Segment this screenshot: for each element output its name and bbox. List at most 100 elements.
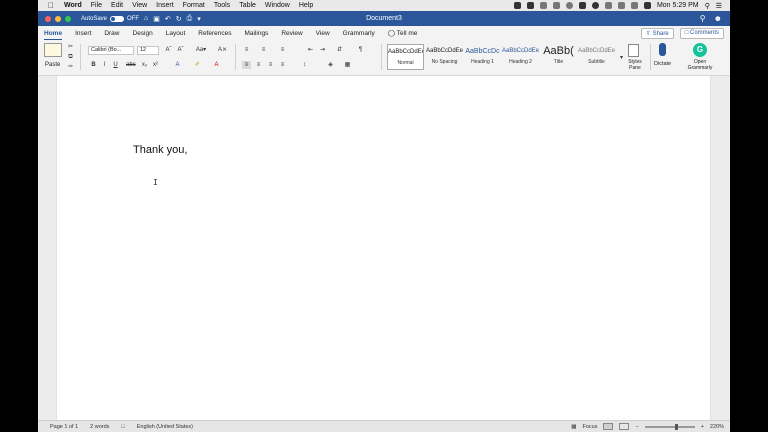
status-app-icon[interactable] xyxy=(513,2,521,9)
strikethrough-icon[interactable]: abc xyxy=(126,61,136,69)
grammarly-icon[interactable]: G xyxy=(693,43,707,57)
style-heading-1[interactable]: AaBbCcDc Heading 1 xyxy=(464,44,501,70)
align-right-icon[interactable]: ≡ xyxy=(266,61,275,69)
show-formatting-icon[interactable]: ¶ xyxy=(356,46,365,54)
wifi-icon[interactable] xyxy=(630,2,638,9)
document-page[interactable]: Thank you, I xyxy=(56,76,711,420)
tab-home[interactable]: Home xyxy=(44,30,63,41)
justify-icon[interactable]: ≡ xyxy=(278,61,287,69)
bullets-icon[interactable]: ≡ xyxy=(242,46,251,54)
language[interactable]: English (United States) xyxy=(137,424,193,430)
menu-app-name[interactable]: Word xyxy=(64,2,82,9)
style-heading-2[interactable]: AaBbCcDdEe Heading 2 xyxy=(502,44,539,70)
save-icon[interactable]: ▣ xyxy=(153,15,160,23)
line-spacing-icon[interactable]: ↕ xyxy=(300,61,309,69)
tab-draw[interactable]: Draw xyxy=(104,30,119,37)
tell-me-search[interactable]: ◯ Tell me xyxy=(388,29,418,37)
subscript-icon[interactable]: x₂ xyxy=(140,61,149,69)
shading-icon[interactable]: ◈ xyxy=(326,61,335,69)
cut-icon[interactable]: ✂ xyxy=(66,43,75,51)
paste-icon[interactable] xyxy=(44,43,62,57)
open-grammarly-label[interactable]: Open Grammarly xyxy=(685,59,715,71)
spotlight-search-icon[interactable]: ⚲ xyxy=(705,2,710,10)
menu-insert[interactable]: Insert xyxy=(156,2,174,9)
tab-references[interactable]: References xyxy=(198,30,231,37)
tab-mailings[interactable]: Mailings xyxy=(245,30,269,37)
clipboard-icon[interactable] xyxy=(604,2,612,9)
style-no-spacing[interactable]: AaBbCcDdEe No Spacing xyxy=(426,44,463,70)
text-effects-icon[interactable]: A xyxy=(173,61,182,69)
box-icon[interactable] xyxy=(578,2,586,9)
menu-table[interactable]: Table xyxy=(239,2,256,9)
word-count[interactable]: 2 words xyxy=(90,424,109,430)
decrease-font-icon[interactable]: Aˇ xyxy=(176,46,185,54)
status-g-icon[interactable] xyxy=(591,2,599,9)
tab-grammarly[interactable]: Grammarly xyxy=(343,30,375,37)
status-dots-icon[interactable] xyxy=(552,2,560,9)
font-size-select[interactable]: 12 xyxy=(137,46,159,55)
zoom-in-icon[interactable]: + xyxy=(701,424,704,430)
menu-help[interactable]: Help xyxy=(299,2,313,9)
minimize-window-button[interactable] xyxy=(55,15,61,22)
customize-qat-icon[interactable]: ▾ xyxy=(197,15,201,23)
autosave-toggle[interactable]: AutoSave OFF xyxy=(81,15,139,22)
font-color-icon[interactable]: A xyxy=(212,61,221,69)
increase-indent-icon[interactable]: ⇥ xyxy=(318,46,327,54)
decrease-indent-icon[interactable]: ⇤ xyxy=(306,46,315,54)
undo-icon[interactable]: ↶ xyxy=(165,15,171,23)
font-name-select[interactable]: Calibri (Bo... xyxy=(88,46,134,55)
tab-design[interactable]: Design xyxy=(133,30,153,37)
status-mic-icon[interactable] xyxy=(539,2,547,9)
cloud-icon[interactable] xyxy=(617,2,625,9)
style-title[interactable]: AaBb( Title xyxy=(540,44,577,70)
zoom-out-icon[interactable]: − xyxy=(635,424,638,430)
status-x-icon[interactable] xyxy=(526,2,534,9)
tab-view[interactable]: View xyxy=(316,30,330,37)
menu-format[interactable]: Format xyxy=(183,2,205,9)
increase-font-icon[interactable]: Aˆ xyxy=(164,46,173,54)
page-count[interactable]: Page 1 of 1 xyxy=(50,424,78,430)
dictate-label[interactable]: Dictate xyxy=(654,61,671,67)
status-circle-icon[interactable] xyxy=(565,2,573,9)
search-icon[interactable]: ⚲ xyxy=(700,14,706,23)
autosave-switch[interactable] xyxy=(110,15,125,22)
menu-window[interactable]: Window xyxy=(265,2,290,9)
comments-button[interactable]: □ Comments xyxy=(679,27,724,39)
bold-icon[interactable]: B xyxy=(89,61,98,69)
focus-icon[interactable]: ▦ xyxy=(571,424,576,430)
underline-icon[interactable]: U xyxy=(111,61,120,69)
align-left-icon[interactable]: ≡ xyxy=(242,61,251,69)
format-painter-icon[interactable]: ✑ xyxy=(66,63,75,71)
menu-tools[interactable]: Tools xyxy=(214,2,230,9)
zoom-slider[interactable] xyxy=(644,423,695,430)
proofing-icon[interactable]: □ xyxy=(121,424,124,430)
highlight-icon[interactable]: ✐ xyxy=(193,61,202,69)
menu-file[interactable]: File xyxy=(91,2,102,9)
account-icon[interactable]: ☻ xyxy=(714,14,722,23)
tab-layout[interactable]: Layout xyxy=(166,30,186,37)
sort-icon[interactable]: ⇵ xyxy=(335,46,344,54)
zoom-level[interactable]: 220% xyxy=(710,424,724,430)
numbering-icon[interactable]: ≡ xyxy=(259,46,268,54)
italic-icon[interactable]: I xyxy=(100,61,109,69)
paste-label[interactable]: Paste xyxy=(45,62,60,68)
change-case-icon[interactable]: Aa▾ xyxy=(194,46,208,54)
home-icon[interactable]: ⌂ xyxy=(144,15,148,22)
control-center-icon[interactable]: ☰ xyxy=(716,2,722,10)
battery-icon[interactable] xyxy=(643,2,651,9)
print-layout-icon[interactable] xyxy=(603,423,614,430)
menu-edit[interactable]: Edit xyxy=(111,2,123,9)
borders-icon[interactable]: ▦ xyxy=(343,61,352,69)
zoom-window-button[interactable] xyxy=(65,15,71,22)
menu-clock[interactable]: Mon 5:29 PM xyxy=(657,2,699,9)
tab-review[interactable]: Review xyxy=(281,30,302,37)
focus-label[interactable]: Focus xyxy=(583,424,598,430)
menu-view[interactable]: View xyxy=(132,2,147,9)
redo-icon[interactable]: ↻ xyxy=(176,15,182,23)
superscript-icon[interactable]: x² xyxy=(151,61,160,69)
align-center-icon[interactable]: ≡ xyxy=(254,61,263,69)
style-subtitle[interactable]: AaBbCcDdEe Subtitle xyxy=(578,44,615,70)
print-icon[interactable]: ⎙ xyxy=(187,15,193,23)
clear-formatting-icon[interactable]: A⨯ xyxy=(218,46,227,54)
styles-pane-icon[interactable] xyxy=(628,44,639,57)
